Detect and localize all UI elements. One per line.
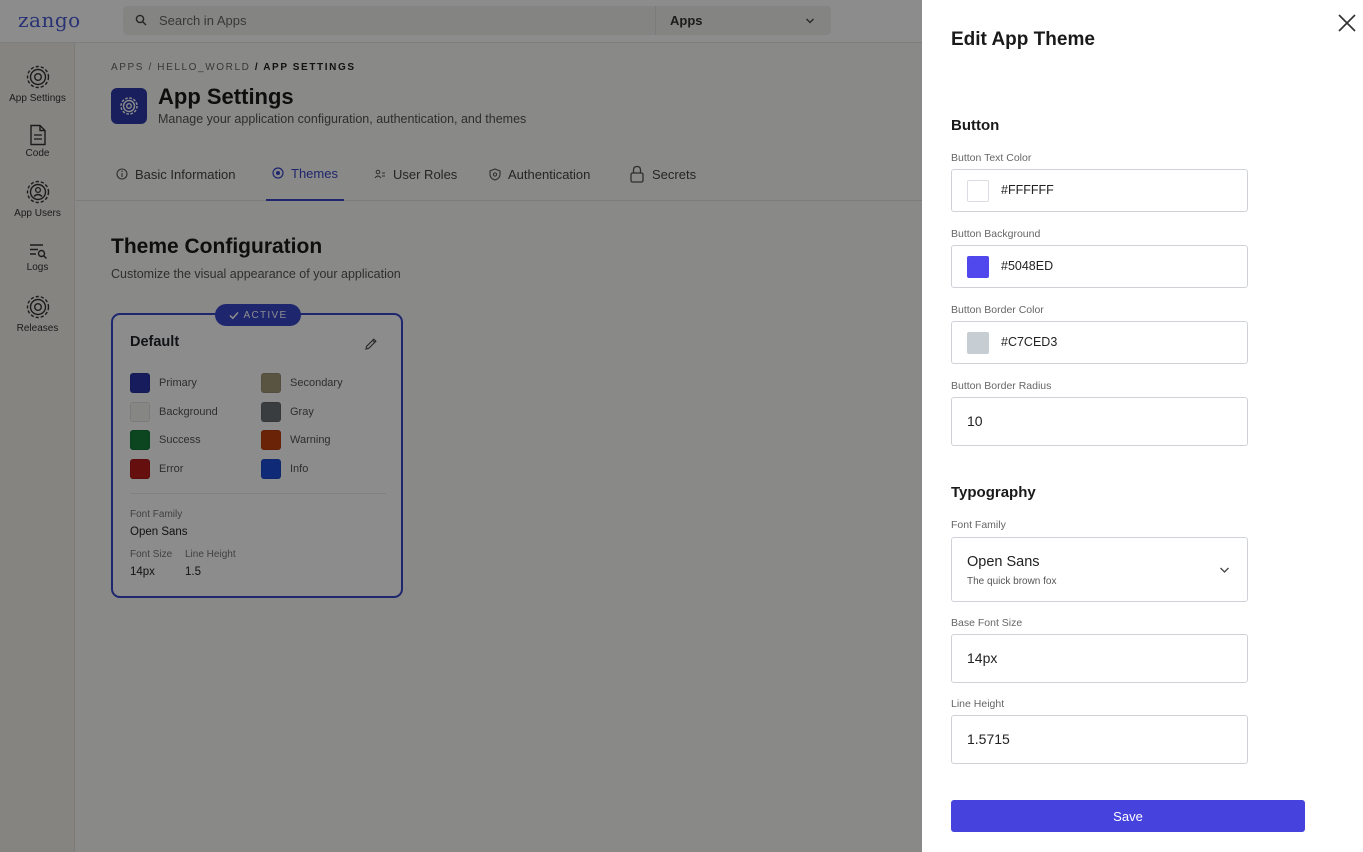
color-swatch[interactable] [967, 180, 989, 202]
color-swatch[interactable] [967, 256, 989, 278]
button-background-field[interactable]: #5048ED [951, 245, 1248, 288]
drawer-title: Edit App Theme [951, 29, 1095, 50]
selected-font: Open Sans [967, 554, 1040, 570]
button-border-radius-label: Button Border Radius [951, 380, 1052, 392]
line-height-label: Line Height [951, 698, 1005, 710]
input-value: 14px [967, 650, 998, 666]
color-value: #5048ED [1001, 259, 1054, 273]
button-section-title: Button [951, 117, 1000, 134]
button-border-radius-input[interactable]: 10 [951, 397, 1248, 446]
base-font-size-label: Base Font Size [951, 617, 1023, 629]
save-button[interactable]: Save [951, 800, 1305, 832]
color-value: #C7CED3 [1001, 335, 1058, 349]
color-swatch[interactable] [967, 332, 989, 354]
font-preview: The quick brown fox [967, 576, 1057, 587]
button-border-color-field[interactable]: #C7CED3 [951, 321, 1248, 364]
button-border-color-label: Button Border Color [951, 304, 1044, 316]
font-family-select[interactable]: Open Sans The quick brown fox [951, 537, 1248, 602]
input-value: 1.5715 [967, 731, 1010, 747]
button-text-color-label: Button Text Color [951, 152, 1032, 164]
font-family-label: Font Family [951, 519, 1006, 531]
button-background-label: Button Background [951, 228, 1041, 240]
edit-theme-drawer: Edit App Theme Button Button Text Color … [922, 0, 1363, 852]
color-value: #FFFFFF [1001, 183, 1054, 197]
modal-backdrop[interactable] [0, 0, 922, 852]
chevron-down-icon [1220, 567, 1229, 573]
base-font-size-input[interactable]: 14px [951, 634, 1248, 683]
button-text-color-field[interactable]: #FFFFFF [951, 169, 1248, 212]
line-height-input[interactable]: 1.5715 [951, 715, 1248, 764]
input-value: 10 [967, 413, 983, 429]
close-icon[interactable] [1336, 12, 1358, 34]
typography-section-title: Typography [951, 484, 1036, 501]
